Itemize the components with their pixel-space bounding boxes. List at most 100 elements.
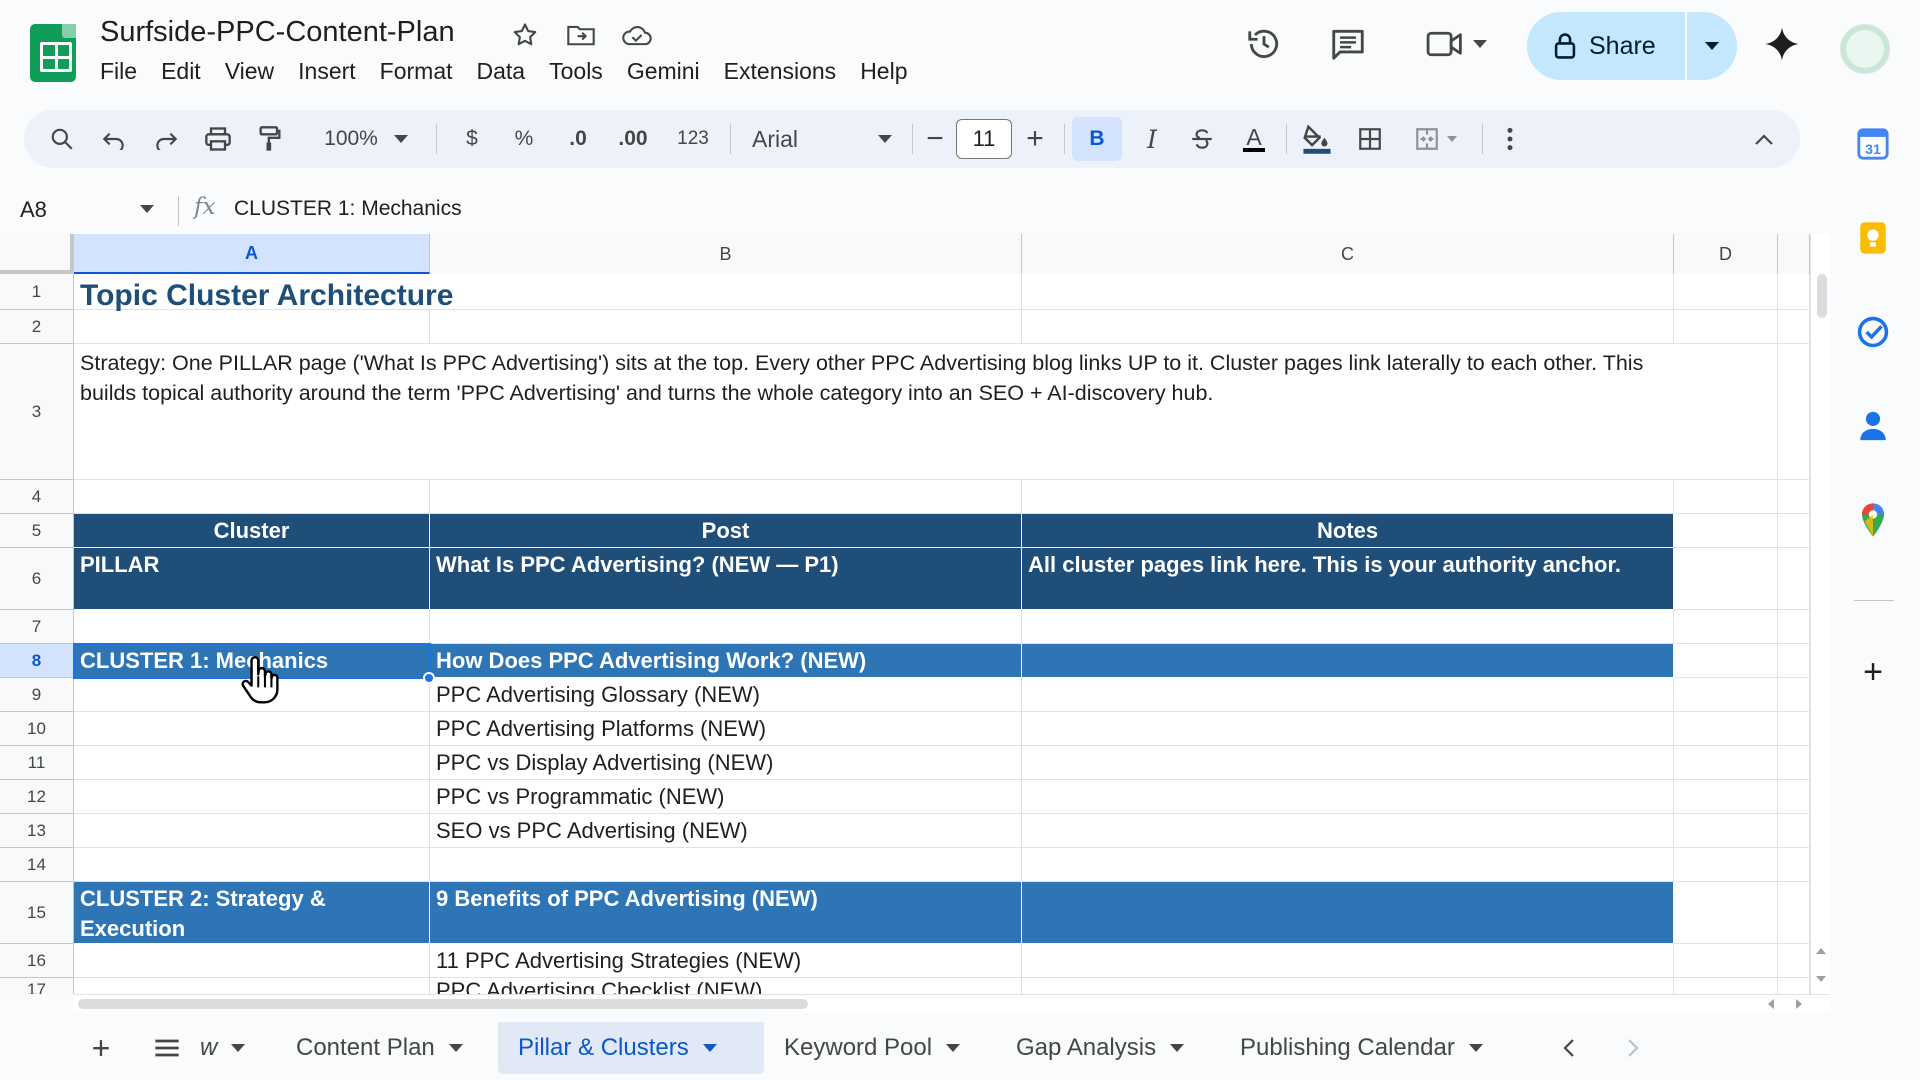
row-header[interactable]: 14 — [0, 848, 74, 882]
sheet-tab-gap-analysis[interactable]: Gap Analysis — [996, 1022, 1204, 1074]
sheets-logo-icon[interactable] — [30, 24, 76, 82]
row-header[interactable]: 12 — [0, 780, 74, 814]
account-avatar[interactable] — [1840, 24, 1890, 74]
merge-cells-icon[interactable] — [1400, 110, 1470, 168]
gemini-icon[interactable] — [1760, 22, 1804, 66]
column-header-e[interactable] — [1778, 234, 1810, 274]
star-icon[interactable] — [508, 18, 542, 52]
scroll-left-icon[interactable] — [1766, 998, 1776, 1010]
post-cell[interactable]: PPC vs Programmatic (NEW) — [430, 780, 1022, 814]
scroll-tabs-right-chevron-icon[interactable] — [1608, 1022, 1658, 1074]
redo-icon[interactable] — [146, 110, 186, 168]
contacts-icon[interactable] — [1853, 406, 1893, 446]
post-cell[interactable]: PPC vs Display Advertising (NEW) — [430, 746, 1022, 780]
menu-edit[interactable]: Edit — [149, 58, 213, 85]
document-title[interactable]: Surfside-PPC-Content-Plan — [100, 16, 455, 49]
meet-icon[interactable] — [1416, 22, 1496, 66]
cloud-saved-icon[interactable] — [620, 18, 654, 52]
undo-icon[interactable] — [94, 110, 134, 168]
paint-format-icon[interactable] — [250, 110, 290, 168]
menu-format[interactable]: Format — [368, 58, 465, 85]
formula-input[interactable]: CLUSTER 1: Mechanics — [234, 197, 462, 221]
borders-icon[interactable] — [1350, 110, 1390, 168]
row-header[interactable]: 15 — [0, 882, 74, 944]
pillar-notes-cell[interactable]: All cluster pages link here. This is you… — [1022, 548, 1674, 610]
pillar-cluster-cell[interactable]: PILLAR — [74, 548, 430, 610]
row-header[interactable]: 9 — [0, 678, 74, 712]
menu-tools[interactable]: Tools — [537, 58, 615, 85]
number-format-button[interactable]: 123 — [668, 110, 718, 168]
header-cluster[interactable]: Cluster — [74, 514, 430, 548]
row-header[interactable]: 16 — [0, 944, 74, 978]
fill-handle[interactable] — [423, 672, 435, 684]
keep-icon[interactable] — [1853, 218, 1893, 258]
cluster1-post-cell[interactable]: How Does PPC Advertising Work? (NEW) — [430, 644, 1022, 678]
menu-help[interactable]: Help — [848, 58, 919, 85]
row-header[interactable]: 8 — [0, 644, 74, 678]
name-box[interactable]: A8 — [20, 192, 160, 228]
sheet-tab-keyword-pool[interactable]: Keyword Pool — [764, 1022, 980, 1074]
add-addon-icon[interactable]: + — [1853, 652, 1893, 692]
cluster1-notes-cell[interactable] — [1022, 644, 1674, 678]
italic-button[interactable]: I — [1132, 110, 1172, 168]
menu-view[interactable]: View — [213, 58, 286, 85]
name-box-chevron-down-icon[interactable] — [140, 200, 154, 218]
row-header[interactable]: 5 — [0, 514, 74, 548]
select-all-corner[interactable] — [0, 234, 74, 274]
share-options-chevron-down-icon[interactable] — [1687, 42, 1737, 50]
post-cell[interactable]: SEO vs PPC Advertising (NEW) — [430, 814, 1022, 848]
menu-file[interactable]: File — [100, 58, 149, 85]
search-menus-icon[interactable] — [42, 110, 82, 168]
post-cell[interactable]: PPC Advertising Platforms (NEW) — [430, 712, 1022, 746]
print-icon[interactable] — [198, 110, 238, 168]
share-button[interactable]: Share — [1527, 12, 1737, 80]
column-header-a[interactable]: A — [74, 234, 430, 274]
post-cell[interactable]: PPC Advertising Glossary (NEW) — [430, 678, 1022, 712]
strikethrough-icon[interactable] — [1182, 110, 1222, 168]
row-header[interactable]: 10 — [0, 712, 74, 746]
post-cell[interactable]: 11 PPC Advertising Strategies (NEW) — [430, 944, 1022, 978]
sheet-tab-publishing-calendar[interactable]: Publishing Calendar — [1220, 1022, 1503, 1074]
more-options-icon[interactable] — [1490, 110, 1530, 168]
tasks-icon[interactable] — [1853, 312, 1893, 352]
sheet-tab-partial[interactable]: w — [192, 1022, 253, 1074]
scroll-up-icon[interactable] — [1815, 946, 1827, 956]
column-header-b[interactable]: B — [430, 234, 1022, 274]
cluster2-name-cell[interactable]: CLUSTER 2: Strategy & Execution — [74, 882, 430, 944]
bold-button[interactable]: B — [1072, 117, 1122, 161]
spreadsheet-grid[interactable]: A B C D 1 Topic Cluster Architecture 2 3… — [0, 234, 1810, 994]
percent-format-button[interactable]: % — [504, 110, 544, 168]
menu-data[interactable]: Data — [465, 58, 538, 85]
zoom-select[interactable]: 100% — [316, 110, 416, 168]
column-header-c[interactable]: C — [1022, 234, 1674, 274]
menu-insert[interactable]: Insert — [286, 58, 368, 85]
increase-font-size-button[interactable]: + — [1018, 110, 1052, 168]
currency-format-button[interactable]: $ — [452, 110, 492, 168]
row-header[interactable]: 17 — [0, 978, 74, 994]
decrease-font-size-button[interactable]: − — [918, 110, 952, 168]
row-header[interactable]: 6 — [0, 548, 74, 610]
pillar-post-cell[interactable]: What Is PPC Advertising? (NEW — P1) — [430, 548, 1022, 610]
collapse-menus-chevron-up-icon[interactable] — [1744, 110, 1784, 168]
cluster2-notes-cell[interactable] — [1022, 882, 1674, 944]
increase-decimal-button[interactable]: .00 — [608, 110, 658, 168]
post-cell[interactable]: PPC Advertising Checklist (NEW) — [430, 978, 1022, 994]
font-size-input[interactable]: 11 — [956, 119, 1012, 159]
menu-extensions[interactable]: Extensions — [712, 58, 849, 85]
move-folder-icon[interactable] — [564, 18, 598, 52]
row-header[interactable]: 3 — [0, 344, 74, 480]
row-header[interactable]: 7 — [0, 610, 74, 644]
scroll-down-icon[interactable] — [1815, 974, 1827, 984]
scroll-tabs-left-chevron-icon[interactable] — [1544, 1022, 1594, 1074]
header-notes[interactable]: Notes — [1022, 514, 1674, 548]
row-header[interactable]: 1 — [0, 274, 74, 310]
version-history-icon[interactable] — [1242, 22, 1286, 66]
scroll-right-icon[interactable] — [1794, 998, 1804, 1010]
calendar-icon[interactable]: 31 — [1853, 124, 1893, 164]
font-family-select[interactable]: Arial — [742, 110, 902, 168]
vertical-scrollbar[interactable] — [1810, 234, 1830, 994]
row-header[interactable]: 2 — [0, 310, 74, 344]
sheet-tab-content-plan[interactable]: Content Plan — [276, 1022, 483, 1074]
header-post[interactable]: Post — [430, 514, 1022, 548]
row-header[interactable]: 13 — [0, 814, 74, 848]
